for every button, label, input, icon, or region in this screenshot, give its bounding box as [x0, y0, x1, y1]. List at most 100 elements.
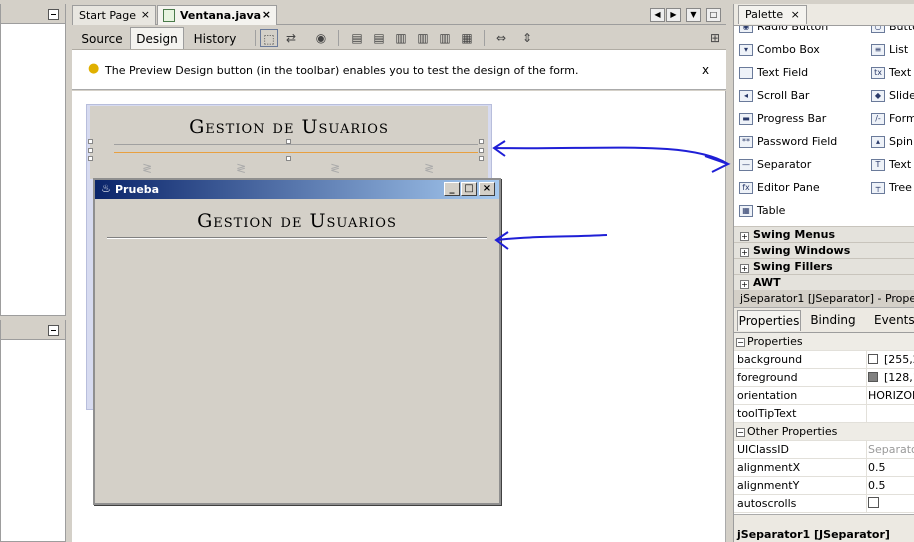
palette-item[interactable]: fx Editor Pane: [739, 181, 820, 201]
palette-item[interactable]: /- Formatted Field: [871, 112, 914, 132]
palette-item[interactable]: ▴ Spinner: [871, 135, 914, 155]
align-bottom-icon[interactable]: ▥: [436, 29, 454, 47]
align-left-icon[interactable]: ▤: [348, 29, 366, 47]
close-icon[interactable]: ×: [791, 8, 800, 21]
expand-icon[interactable]: ⊞: [706, 29, 724, 47]
center-vertically-icon[interactable]: ▦: [458, 29, 476, 47]
close-icon[interactable]: ×: [141, 8, 150, 21]
property-value[interactable]: 0.5: [868, 479, 886, 492]
property-divider: [866, 369, 867, 387]
connection-mode-icon[interactable]: ⇄: [282, 29, 300, 47]
minimize-icon[interactable]: [48, 325, 59, 336]
close-window-button[interactable]: ×: [479, 182, 495, 196]
palette-tab[interactable]: Palette ×: [738, 5, 807, 24]
resize-handle[interactable]: [479, 156, 484, 161]
hint-text: The Preview Design button (in the toolba…: [105, 64, 579, 77]
palette-item[interactable]: ▦ Table: [739, 204, 785, 224]
palette-item[interactable]: ≡ List: [871, 43, 908, 63]
collapse-icon[interactable]: −: [736, 428, 745, 437]
property-row[interactable]: autoscrolls: [734, 495, 914, 513]
minimize-icon[interactable]: [48, 9, 59, 20]
palette-category[interactable]: + AWT: [734, 274, 914, 290]
tab-list-dropdown-icon[interactable]: ▼: [686, 8, 701, 22]
property-divider: [866, 495, 867, 513]
palette-item[interactable]: tx Text Area: [871, 66, 914, 86]
scroll-left-icon[interactable]: ◀: [650, 8, 665, 22]
hint-close-button[interactable]: x: [702, 63, 709, 77]
expand-icon[interactable]: +: [740, 280, 749, 289]
property-section[interactable]: − Properties: [734, 333, 914, 351]
tab-properties[interactable]: Properties: [737, 310, 801, 331]
property-row[interactable]: alignmentY 0.5: [734, 477, 914, 495]
expand-icon[interactable]: +: [740, 232, 749, 241]
property-row[interactable]: foreground [128,128,128]: [734, 369, 914, 387]
resize-handle[interactable]: [479, 139, 484, 144]
resize-handle[interactable]: [88, 156, 93, 161]
palette-item[interactable]: ▬ Progress Bar: [739, 112, 826, 132]
tab-events[interactable]: Events: [874, 310, 914, 331]
close-icon[interactable]: ×: [262, 8, 271, 21]
palette-item[interactable]: Text Field: [739, 66, 808, 86]
preview-window: ♨ Prueba _ □ × Gestion de Usuarios: [93, 178, 501, 505]
align-top-icon[interactable]: ▥: [414, 29, 432, 47]
property-value[interactable]: HORIZONTAL: [868, 389, 914, 402]
center-horizontally-icon[interactable]: ▥: [392, 29, 410, 47]
property-row[interactable]: UIClassID SeparatorUI: [734, 441, 914, 459]
scroll-right-icon[interactable]: ▶: [666, 8, 681, 22]
tab-ventana-java[interactable]: Ventana.java ×: [157, 5, 277, 25]
property-row[interactable]: toolTipText: [734, 405, 914, 423]
resize-horizontal-icon[interactable]: ⇔: [492, 29, 510, 47]
tab-source[interactable]: Source: [78, 27, 126, 49]
property-row[interactable]: alignmentX 0.5: [734, 459, 914, 477]
preview-window-titlebar[interactable]: ♨ Prueba _ □ ×: [95, 180, 499, 199]
preview-design-icon[interactable]: ◉: [312, 29, 330, 47]
property-row[interactable]: background [255,255,255]: [734, 351, 914, 369]
gap-icon: ≷: [330, 161, 341, 175]
palette-item[interactable]: ○ Button Group: [871, 26, 914, 40]
palette-item[interactable]: — Separator: [739, 158, 811, 178]
expand-icon[interactable]: +: [740, 248, 749, 257]
property-row[interactable]: orientation HORIZONTAL: [734, 387, 914, 405]
tab-binding[interactable]: Binding: [806, 310, 860, 331]
tab-history[interactable]: History: [188, 27, 242, 49]
palette-item[interactable]: ◉ Radio Button: [739, 26, 828, 40]
expand-icon[interactable]: +: [740, 264, 749, 273]
maximize-icon[interactable]: □: [706, 8, 721, 22]
tab-start-page[interactable]: Start Page ×: [72, 5, 156, 25]
resize-handle[interactable]: [479, 148, 484, 153]
property-value[interactable]: [255,255,255]: [884, 353, 914, 366]
palette-item[interactable]: ◂ Scroll Bar: [739, 89, 809, 109]
palette-item[interactable]: ◆ Slider: [871, 89, 914, 109]
left-top-header: [1, 4, 65, 24]
property-divider: [866, 405, 867, 423]
design-title-label[interactable]: Gestion de Usuarios: [90, 116, 488, 138]
palette-item[interactable]: T Text Pane: [871, 158, 914, 178]
minimize-window-button[interactable]: _: [444, 182, 460, 196]
align-right-icon[interactable]: ▤: [370, 29, 388, 47]
resize-handle[interactable]: [286, 156, 291, 161]
resize-vertical-icon[interactable]: ⇕: [518, 29, 536, 47]
autoscrolls-checkbox[interactable]: [868, 497, 879, 508]
property-value[interactable]: 0.5: [868, 461, 886, 474]
palette-category[interactable]: + Swing Fillers: [734, 258, 914, 274]
properties-footer: jSeparator1 [JSeparator]: [734, 514, 914, 542]
lightbulb-icon: ●: [88, 61, 100, 76]
separator-selection-line[interactable]: [114, 152, 478, 153]
palette-category[interactable]: + Swing Menus: [734, 226, 914, 242]
palette-item[interactable]: ** Password Field: [739, 135, 837, 155]
property-value[interactable]: [128,128,128]: [884, 371, 914, 384]
collapse-icon[interactable]: −: [736, 338, 745, 347]
maximize-window-button[interactable]: □: [461, 182, 477, 196]
property-section[interactable]: − Other Properties: [734, 423, 914, 441]
tab-design[interactable]: Design: [130, 27, 184, 49]
form-design-panel[interactable]: Gestion de Usuarios ≷ ≷ ≷ ≷: [88, 106, 488, 179]
resize-handle[interactable]: [88, 139, 93, 144]
resize-handle[interactable]: [286, 139, 291, 144]
palette-category[interactable]: + Swing Windows: [734, 242, 914, 258]
spinner-icon: ▴: [871, 136, 885, 148]
palette-item[interactable]: ┬ Tree: [871, 181, 912, 201]
resize-handle[interactable]: [88, 148, 93, 153]
palette-item[interactable]: ▾ Combo Box: [739, 43, 820, 63]
palette-item-label: List: [889, 43, 909, 56]
selection-mode-icon[interactable]: ⬚: [260, 29, 278, 47]
